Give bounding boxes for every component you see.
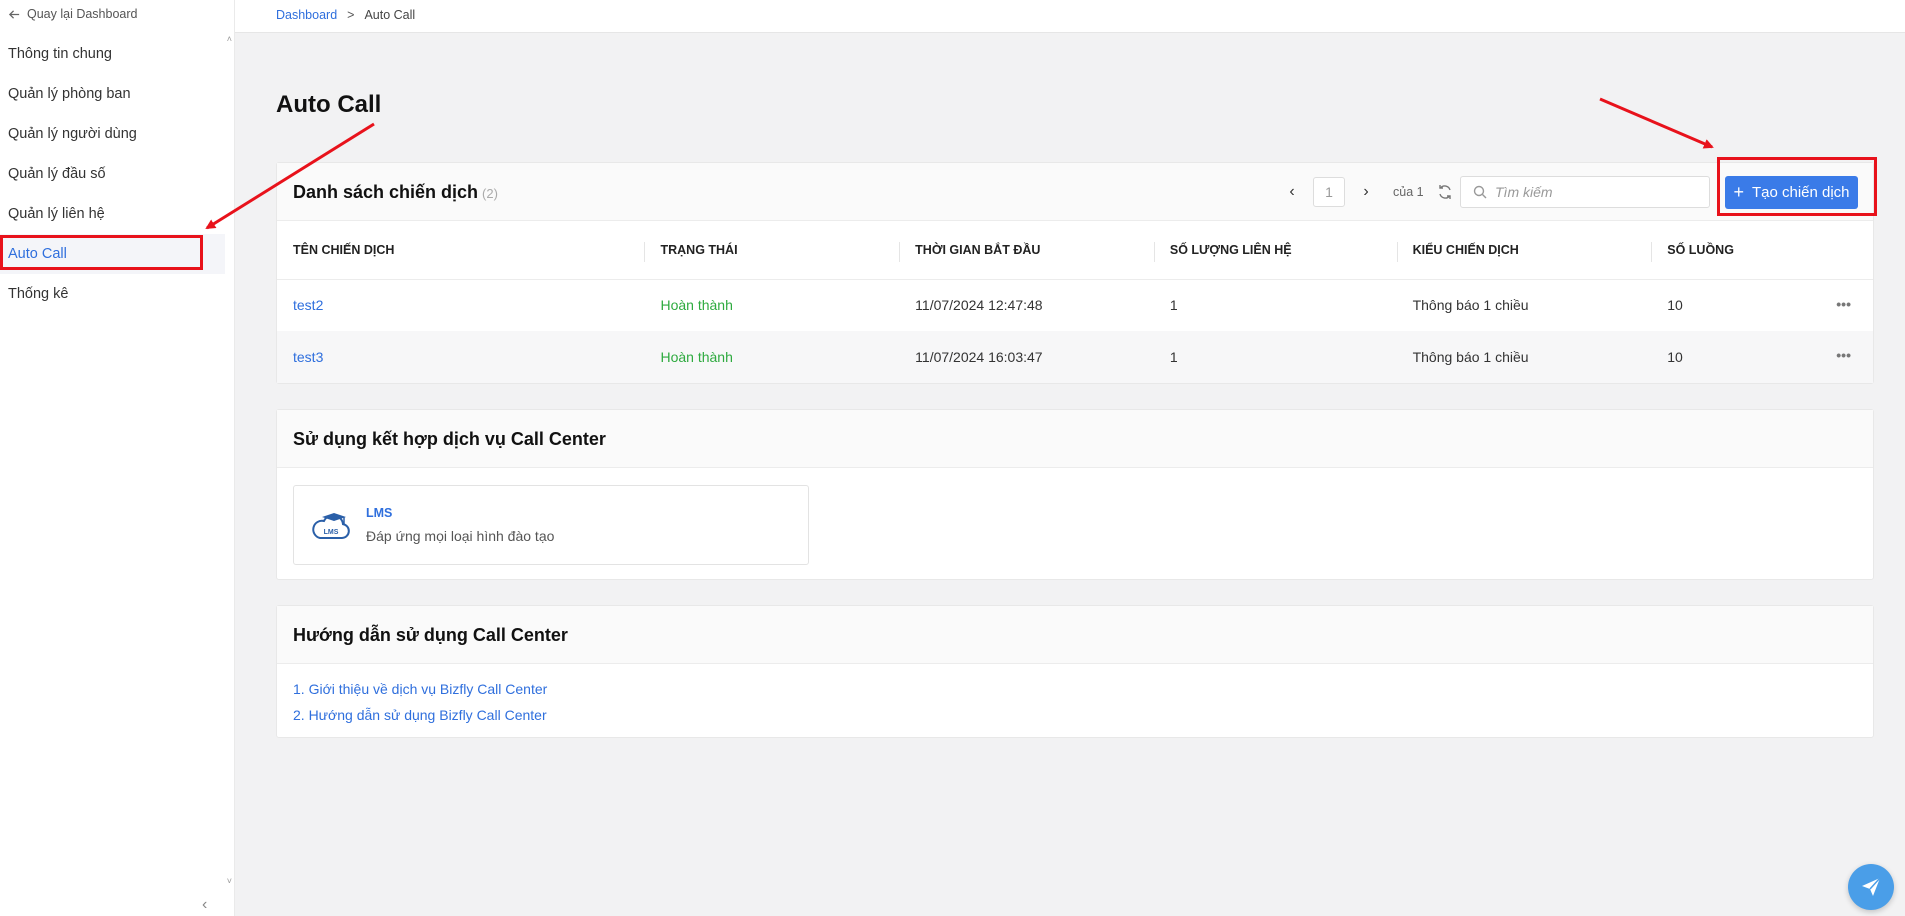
integration-card: Sử dụng kết hợp dịch vụ Call Center LMS …: [276, 409, 1874, 580]
sidebar-item-phone-numbers[interactable]: Quản lý đầu số: [0, 154, 225, 194]
campaign-list-title: Danh sách chiến dịch (2): [293, 182, 498, 203]
lms-service-description: Đáp ứng mọi loại hình đào tạo: [366, 528, 555, 544]
lms-icon-text: LMS: [324, 529, 339, 536]
search-input[interactable]: [1495, 184, 1695, 200]
page-title: Auto Call: [276, 91, 382, 118]
search-icon: [1473, 185, 1487, 199]
sidebar-item-general-info[interactable]: Thông tin chung: [0, 34, 225, 74]
breadcrumb-separator: >: [347, 8, 355, 22]
campaign-list-card: Danh sách chiến dịch(2) ‹ 1 › của 1 + Tạ…: [276, 162, 1874, 384]
guide-title: Hướng dẫn sử dụng Call Center: [293, 625, 568, 645]
campaign-status: Hoàn thành: [644, 331, 900, 383]
lms-service-text: LMS Đáp ứng mọi loại hình đào tạo: [366, 506, 554, 544]
search-box: [1460, 176, 1710, 208]
pagination: ‹ 1 › của 1: [1279, 177, 1454, 207]
arrow-left-icon: [8, 9, 20, 19]
breadcrumb-current: Auto Call: [364, 8, 416, 22]
campaign-start-time: 11/07/2024 12:47:48: [915, 297, 1043, 314]
campaign-type: Thông báo 1 chiều: [1396, 331, 1652, 383]
chat-fab-button[interactable]: [1848, 864, 1894, 910]
campaign-threads: 10: [1667, 297, 1683, 314]
guide-links: 1. Giới thiệu về dịch vụ Bizfly Call Cen…: [293, 676, 547, 728]
campaign-threads-cell: 10 •••: [1651, 331, 1873, 383]
campaign-start-time: 11/07/2024 16:03:47: [899, 331, 1154, 383]
cloud-graduation-icon: LMS: [312, 513, 350, 539]
sidebar-nav: Thông tin chung Quản lý phòng ban Quản l…: [0, 34, 225, 314]
campaign-table: TÊN CHIẾN DỊCH TRẠNG THÁI THỜI GIAN BẮT …: [277, 221, 1873, 383]
breadcrumb: Dashboard > Auto Call: [276, 8, 415, 22]
integration-title: Sử dụng kết hợp dịch vụ Call Center: [293, 429, 606, 449]
sidebar-item-users[interactable]: Quản lý người dùng: [0, 114, 225, 154]
campaign-list-title-text: Danh sách chiến dịch: [293, 182, 479, 202]
more-actions-icon[interactable]: •••: [1836, 347, 1851, 363]
arrow-to-create-button: [1599, 97, 1714, 149]
page-total: của 1: [1393, 185, 1424, 199]
lms-service-name: LMS: [366, 506, 393, 520]
sidebar-item-statistics[interactable]: Thống kê: [0, 274, 225, 314]
prev-page-icon[interactable]: ‹: [1279, 183, 1305, 201]
back-to-dashboard-link[interactable]: Quay lại Dashboard: [8, 7, 137, 21]
sidebar: Quay lại Dashboard ˄ Thông tin chung Quả…: [0, 0, 235, 916]
campaign-type: Thông báo 1 chiều: [1412, 297, 1529, 314]
lms-service-tile[interactable]: LMS LMS Đáp ứng mọi loại hình đào tạo: [293, 485, 809, 565]
scroll-down-icon[interactable]: ˅: [227, 876, 232, 886]
campaign-name-link[interactable]: test3: [277, 331, 645, 383]
campaign-list-header: Danh sách chiến dịch(2) ‹ 1 › của 1 + Tạ…: [277, 163, 1873, 221]
column-header-name[interactable]: TÊN CHIẾN DỊCH: [277, 221, 645, 280]
column-header-start-time[interactable]: THỜI GIAN BẮT ĐẦU: [899, 221, 1154, 280]
guide-card: Hướng dẫn sử dụng Call Center 1. Giới th…: [276, 605, 1874, 738]
guide-header: Hướng dẫn sử dụng Call Center: [277, 606, 1873, 664]
integration-header: Sử dụng kết hợp dịch vụ Call Center: [277, 410, 1873, 468]
table-header-row: TÊN CHIẾN DỊCH TRẠNG THÁI THỜI GIAN BẮT …: [277, 221, 1873, 280]
collapse-sidebar-icon[interactable]: ‹: [202, 896, 207, 914]
campaign-threads: 10: [1667, 349, 1683, 365]
sidebar-item-contacts[interactable]: Quản lý liên hệ: [0, 194, 225, 234]
campaign-status: Hoàn thành: [660, 297, 733, 314]
campaign-name-link[interactable]: test2: [277, 279, 644, 331]
table-row: test3 Hoàn thành 11/07/2024 16:03:47 1 T…: [277, 331, 1873, 383]
plus-icon: +: [1733, 182, 1744, 202]
campaign-threads-cell: 10 •••: [1651, 279, 1873, 331]
campaign-count: (2): [482, 186, 498, 201]
column-header-status[interactable]: TRẠNG THÁI: [644, 221, 900, 280]
paper-plane-icon: [1862, 877, 1881, 896]
guide-link-usage[interactable]: 2. Hướng dẫn sử dụng Bizfly Call Center: [293, 702, 547, 728]
topbar: Dashboard > Auto Call: [235, 0, 1905, 33]
breadcrumb-dashboard[interactable]: Dashboard: [276, 8, 337, 22]
sidebar-item-departments[interactable]: Quản lý phòng ban: [0, 74, 225, 114]
column-header-type[interactable]: KIỂU CHIẾN DỊCH: [1396, 221, 1652, 280]
back-link-label: Quay lại Dashboard: [27, 7, 138, 21]
column-header-contacts[interactable]: SỐ LƯỢNG LIÊN HỆ: [1153, 221, 1397, 280]
page-number[interactable]: 1: [1313, 177, 1345, 207]
campaign-contacts: 1: [1169, 297, 1178, 314]
column-header-threads[interactable]: SỐ LUỒNG: [1651, 221, 1873, 280]
create-campaign-label: Tạo chiến dịch: [1751, 184, 1850, 201]
sidebar-item-auto-call[interactable]: Auto Call: [0, 234, 225, 274]
more-actions-icon[interactable]: •••: [1836, 296, 1851, 312]
guide-link-intro[interactable]: 1. Giới thiệu về dịch vụ Bizfly Call Cen…: [293, 676, 547, 702]
campaign-contacts: 1: [1153, 331, 1397, 383]
next-page-icon[interactable]: ›: [1353, 183, 1379, 201]
create-campaign-button[interactable]: + Tạo chiến dịch: [1725, 176, 1858, 209]
table-row: test2 Hoàn thành 11/07/2024 12:47:48 1 T…: [277, 279, 1873, 331]
scroll-up-icon[interactable]: ˄: [227, 34, 232, 44]
refresh-icon[interactable]: [1436, 183, 1454, 201]
